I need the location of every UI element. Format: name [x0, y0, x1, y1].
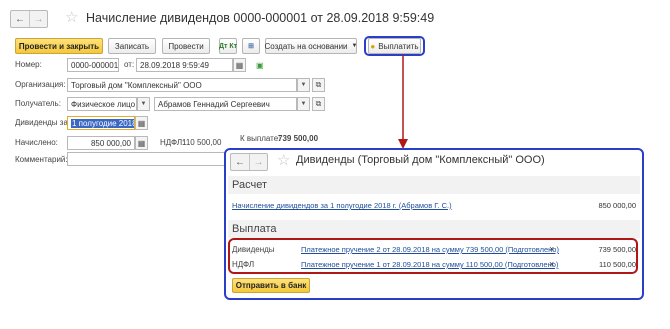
org-open-icon[interactable]: ⧉ — [312, 78, 325, 92]
pointer-arrow — [398, 55, 408, 149]
date-label: от: — [124, 60, 135, 69]
popup-nav-buttons: ← → — [230, 153, 268, 171]
comment-label: Комментарий: — [15, 155, 68, 164]
calc-section-heading: Расчет — [232, 179, 267, 191]
calc-document-link[interactable]: Начисление дивидендов за 1 полугодие 201… — [232, 201, 452, 210]
ndfl-value: 110 500,00 — [182, 138, 222, 147]
save-button[interactable]: Записать — [108, 38, 156, 54]
popup-back-arrow-icon[interactable]: ← — [231, 154, 249, 170]
recipient-open-icon[interactable]: ⧉ — [312, 97, 325, 111]
create-based-on-button[interactable]: Создать на основании ▼ — [265, 38, 357, 54]
recipient-type-field[interactable]: Физическое лицо — [67, 97, 137, 111]
to-pay-value: 739 500,00 — [278, 134, 319, 143]
nav-buttons: ← → — [10, 10, 48, 28]
payment-row-type: Дивиденды — [232, 245, 275, 254]
favorite-star-icon[interactable]: ☆ — [65, 10, 78, 26]
dividends-for-value: 1 полугодие 2018 г. — [71, 118, 134, 128]
calendar-icon[interactable]: ▦ — [233, 58, 246, 72]
recipient-name-field[interactable]: Абрамов Геннадий Сергеевич — [154, 97, 297, 111]
recipient-label: Получатель: — [15, 99, 61, 108]
accrued-label: Начислено: — [15, 138, 58, 147]
date-field[interactable]: 28.09.2018 9:59:49 — [136, 58, 233, 72]
create-based-on-label: Создать на основании — [264, 41, 348, 51]
to-pay-label: К выплате: — [240, 134, 281, 143]
dt-kt-icon[interactable]: Дт Кт — [219, 38, 237, 54]
org-select-icon[interactable]: ▼ — [297, 78, 310, 92]
send-to-bank-button[interactable]: Отправить в банк — [232, 278, 310, 293]
chevron-down-icon: ▼ — [351, 43, 358, 49]
forward-arrow-icon[interactable]: → — [29, 11, 47, 27]
calc-amount: 850 000,00 — [598, 201, 636, 210]
pay-section-heading: Выплата — [232, 223, 277, 235]
pay-button[interactable]: ● Выплатить — [368, 38, 421, 54]
document-title: Начисление дивидендов 0000-000001 от 28.… — [86, 11, 435, 25]
number-label: Номер: — [15, 60, 42, 69]
payment-order-link[interactable]: Платежное пручение 2 от 28.09.2018 на су… — [301, 245, 559, 254]
accrued-field[interactable]: 850 000,00 — [67, 136, 135, 150]
post-and-close-button[interactable]: Провести и закрыть — [15, 38, 103, 54]
popup-forward-arrow-icon[interactable]: → — [249, 154, 267, 170]
period-calendar-icon[interactable]: ▦ — [135, 116, 148, 130]
remove-icon[interactable]: × — [549, 259, 554, 269]
popup-favorite-star-icon[interactable]: ☆ — [277, 153, 290, 169]
structure-icon[interactable]: ⊞ — [242, 38, 260, 54]
status-icon: ▣ — [256, 61, 264, 70]
payment-order-link[interactable]: Платежное пручение 1 от 28.09.2018 на су… — [301, 260, 558, 269]
number-field[interactable]: 0000-000001 — [67, 58, 119, 72]
recipient-type-select-icon[interactable]: ▼ — [137, 97, 150, 111]
payment-row-type: НДФЛ — [232, 260, 255, 269]
coins-icon: ● — [370, 41, 376, 51]
post-button[interactable]: Провести — [162, 38, 210, 54]
comment-field[interactable] — [67, 152, 227, 166]
payments-popup: ← → ☆ Дивиденды (Торговый дом "Комплексн… — [224, 148, 644, 300]
popup-title: Дивиденды (Торговый дом "Комплексный" ОО… — [296, 154, 545, 166]
organization-label: Организация: — [15, 80, 66, 89]
calculator-icon[interactable]: ▦ — [135, 136, 148, 150]
organization-field[interactable]: Торговый дом "Комплексный" ООО — [67, 78, 297, 92]
payment-amount: 110 500,00 — [599, 260, 636, 269]
pay-section-strip — [228, 220, 640, 238]
back-arrow-icon[interactable]: ← — [11, 11, 29, 27]
payment-amount: 739 500,00 — [598, 245, 636, 254]
calc-section-strip — [228, 176, 640, 194]
ndfl-label: НДФЛ: — [160, 138, 185, 147]
dividends-for-field[interactable]: 1 полугодие 2018 г. — [67, 116, 135, 130]
dividends-for-label: Дивиденды за: — [15, 118, 71, 127]
remove-icon[interactable]: × — [549, 244, 554, 254]
recipient-select-icon[interactable]: ▼ — [297, 97, 310, 111]
pay-label: Выплатить — [378, 41, 419, 51]
